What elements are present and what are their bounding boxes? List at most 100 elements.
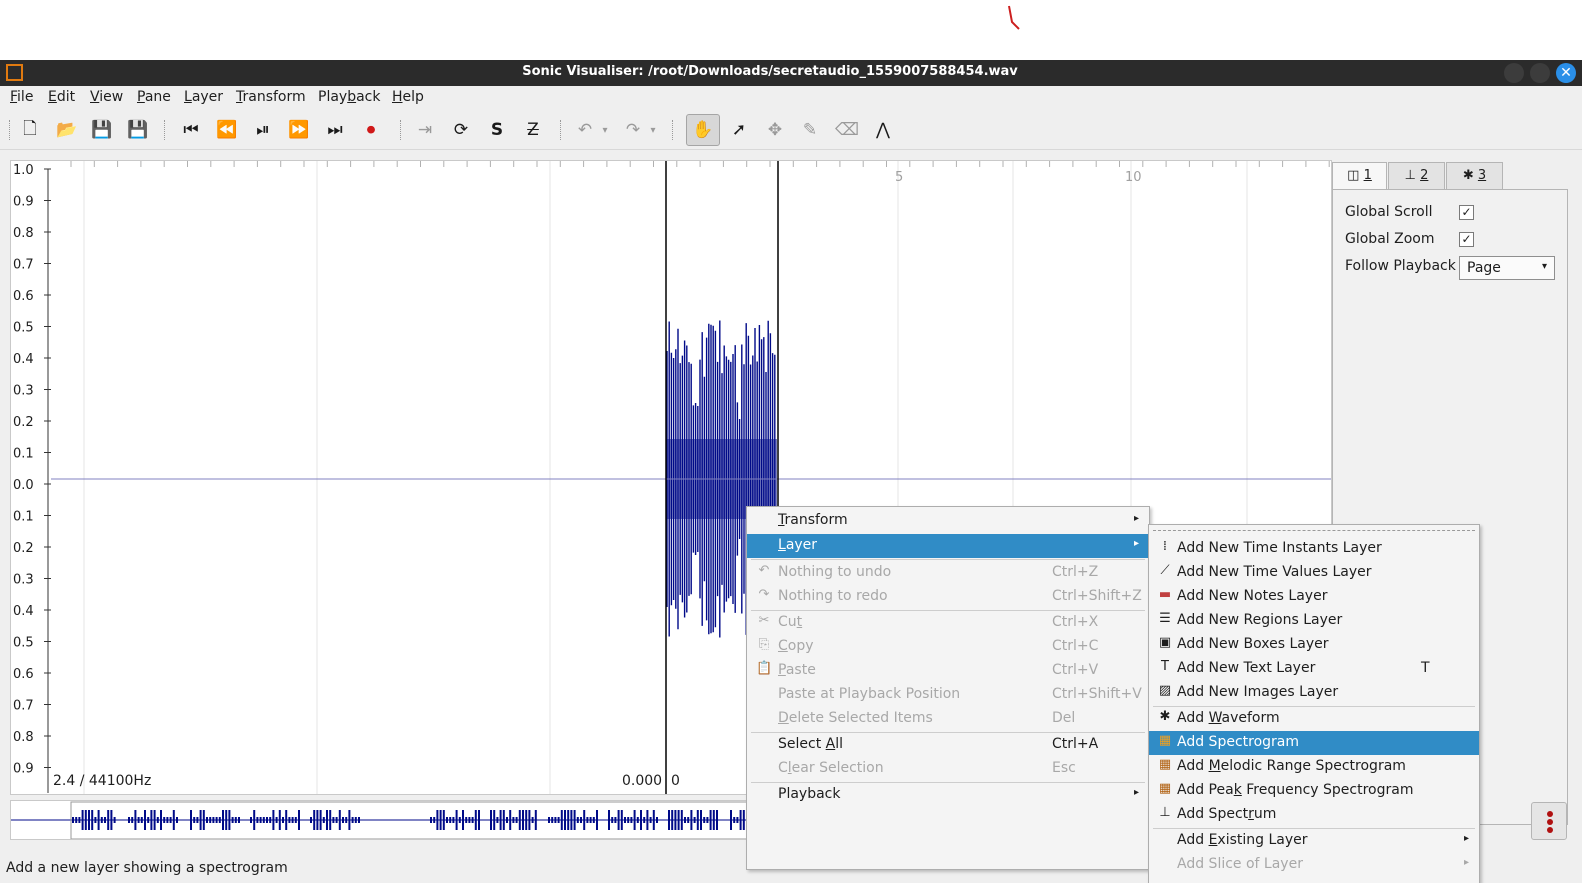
tear-off-handle[interactable]: [1153, 530, 1475, 531]
fast-forward-to-end-icon[interactable]: ⏭: [322, 117, 348, 143]
erase-tool-icon[interactable]: ⌫: [834, 117, 860, 143]
menu-item-add-time-instants[interactable]: ⁞ Add New Time Instants Layer: [1149, 537, 1479, 561]
toolbar-separator: [560, 120, 562, 140]
app-window: Sonic Visualiser: /root/Downloads/secret…: [0, 60, 1582, 883]
menu-bar: File Edit View Pane Layer Transform Play…: [0, 86, 1582, 108]
menu-view[interactable]: View: [90, 89, 123, 105]
navigate-tool-icon[interactable]: ✋: [686, 114, 720, 146]
menu-pane[interactable]: Pane: [137, 89, 171, 105]
menu-item-add-images[interactable]: ▨ Add New Images Layer: [1149, 681, 1479, 705]
global-scroll-checkbox[interactable]: ✓: [1459, 205, 1474, 220]
menu-item-playback[interactable]: Playback ▸: [747, 783, 1149, 807]
menu-item-add-spectrogram[interactable]: ▦ Add Spectrogram: [1149, 731, 1479, 755]
menu-item-cut[interactable]: ✂ Cut Ctrl+X: [747, 611, 1149, 635]
y-tick-label: 0.2: [13, 541, 34, 556]
menu-item-add-regions[interactable]: ☰ Add New Regions Layer: [1149, 609, 1479, 633]
menu-item-add-melodic-spectrogram[interactable]: ▦ Add Melodic Range Spectrogram: [1149, 755, 1479, 779]
boxes-icon: ▣: [1158, 635, 1172, 650]
menu-item-clear-selection[interactable]: Clear Selection Esc: [747, 757, 1149, 781]
notes-icon: ▬: [1158, 587, 1172, 602]
fast-forward-icon[interactable]: ⏩: [286, 117, 312, 143]
menu-item-redo[interactable]: ↷ Nothing to redo Ctrl+Shift+Z: [747, 585, 1149, 609]
redo-dropdown-icon[interactable]: ▾: [646, 117, 660, 143]
menu-item-add-waveform[interactable]: ✱ Add Waveform: [1149, 707, 1479, 731]
y-tick-label: 0.7: [13, 258, 34, 273]
menu-item-add-slice[interactable]: Add Slice of Layer ▸: [1149, 853, 1479, 877]
menu-item-add-time-values[interactable]: ⟋ Add New Time Values Layer: [1149, 561, 1479, 585]
menu-item-add-text[interactable]: T Add New Text Layer T: [1149, 657, 1479, 681]
sample-rate-label: 2.4 / 44100Hz: [53, 773, 151, 789]
maximize-button[interactable]: [1530, 63, 1550, 83]
loop-icon[interactable]: ⟳: [448, 117, 474, 143]
y-tick-label: 1.0: [13, 163, 34, 178]
rewind-to-start-icon[interactable]: ⏮: [178, 117, 204, 143]
menu-item-copy[interactable]: ⎘ Copy Ctrl+C: [747, 635, 1149, 659]
time-tick-label: 10: [1125, 170, 1142, 185]
menu-item-paste[interactable]: 📋 Paste Ctrl+V: [747, 659, 1149, 683]
menu-playback[interactable]: Playback: [318, 89, 380, 105]
tab-view-1[interactable]: ◫ 1: [1332, 162, 1387, 189]
menu-item-delete-selected[interactable]: Delete Selected Items Del: [747, 707, 1149, 731]
redo-icon[interactable]: ↷: [620, 117, 646, 143]
y-tick-label: 0.0: [13, 478, 34, 493]
menu-item-add-spectrum[interactable]: ⊥ Add Spectrum: [1149, 803, 1479, 827]
record-icon[interactable]: ⏺: [358, 117, 384, 143]
frame-time-label: 0.000: [622, 773, 662, 789]
scissors-icon: ✂: [758, 613, 770, 628]
close-icon: ✕: [1560, 65, 1572, 81]
minimize-button[interactable]: [1504, 63, 1524, 83]
global-zoom-label: Global Zoom: [1345, 231, 1435, 247]
save-as-icon[interactable]: 💾: [125, 117, 151, 143]
redo-icon: ↷: [758, 587, 770, 602]
toolbar-separator: [400, 120, 402, 140]
solo-icon[interactable]: S: [484, 117, 510, 143]
tab-layer-2[interactable]: ⊥ 2: [1388, 162, 1445, 189]
undo-dropdown-icon[interactable]: ▾: [598, 117, 612, 143]
submenu-arrow-icon: ▸: [1133, 513, 1139, 524]
menu-help[interactable]: Help: [392, 89, 424, 105]
menu-item-add-peak-spectrogram[interactable]: ▦ Add Peak Frequency Spectrogram: [1149, 779, 1479, 803]
playback-speedup-icon[interactable]: Z: [520, 117, 546, 143]
menu-item-add-existing-layer[interactable]: Add Existing Layer ▸: [1149, 829, 1479, 853]
y-tick-label: 0.6: [13, 667, 34, 682]
save-icon[interactable]: 💾: [89, 117, 115, 143]
text-icon: T: [1161, 659, 1169, 674]
menu-item-select-all[interactable]: Select All Ctrl+A: [747, 733, 1149, 757]
title-bar[interactable]: Sonic Visualiser: /root/Downloads/secret…: [0, 60, 1582, 86]
global-zoom-checkbox[interactable]: ✓: [1459, 232, 1474, 247]
menu-transform[interactable]: Transform: [236, 89, 306, 105]
play-pause-icon[interactable]: ⏯: [250, 117, 276, 143]
move-tool-icon[interactable]: ✥: [762, 117, 788, 143]
layer-submenu: ⁞ Add New Time Instants Layer ⟋ Add New Ti…: [1148, 524, 1480, 883]
y-tick-label: 0.5: [13, 321, 34, 336]
menu-item-add-boxes[interactable]: ▣ Add New Boxes Layer: [1149, 633, 1479, 657]
menu-layer[interactable]: Layer: [184, 89, 223, 105]
menu-item-undo[interactable]: ↶ Nothing to undo Ctrl+Z: [747, 561, 1149, 585]
open-file-icon[interactable]: 📂: [54, 117, 80, 143]
spectrogram-icon: ▦: [1158, 733, 1172, 748]
menu-item-transform[interactable]: Transform ▸: [747, 509, 1149, 533]
menu-item-layer[interactable]: Layer ▸: [747, 534, 1149, 558]
new-session-icon[interactable]: 🗋: [17, 117, 43, 143]
spectrogram-icon: ▦: [1158, 781, 1172, 796]
rewind-icon[interactable]: ⏪: [214, 117, 240, 143]
menu-edit[interactable]: Edit: [48, 89, 75, 105]
menu-item-add-notes[interactable]: ▬ Add New Notes Layer: [1149, 585, 1479, 609]
play-selection-icon[interactable]: ⇥: [412, 117, 438, 143]
layer-menu-button[interactable]: [1531, 802, 1567, 840]
measure-tool-icon[interactable]: ⋀: [870, 117, 896, 143]
menu-item-paste-at-playback[interactable]: Paste at Playback Position Ctrl+Shift+V: [747, 683, 1149, 707]
y-tick-label: 0.1: [13, 447, 34, 462]
time-values-icon: ⟋: [1160, 563, 1170, 578]
toolbar: 🗋 📂 💾 💾 ⏮ ⏪ ⏯ ⏩ ⏭ ⏺ ⇥ ⟳ S Z ↶ ▾ ↷ ▾ ✋ ➚ …: [0, 110, 1582, 150]
tab-layer-3[interactable]: ✱ 3: [1446, 162, 1503, 189]
select-tool-icon[interactable]: ➚: [726, 117, 752, 143]
layers-icon: [1547, 811, 1553, 833]
menu-file[interactable]: File: [10, 89, 33, 105]
cursor-mark: [1008, 5, 1020, 30]
close-button[interactable]: ✕: [1556, 63, 1576, 83]
undo-icon[interactable]: ↶: [572, 117, 598, 143]
draw-tool-icon[interactable]: ✎: [797, 117, 823, 143]
follow-playback-select[interactable]: Page ▾: [1459, 256, 1555, 280]
time-tick-label: 5: [895, 170, 903, 185]
